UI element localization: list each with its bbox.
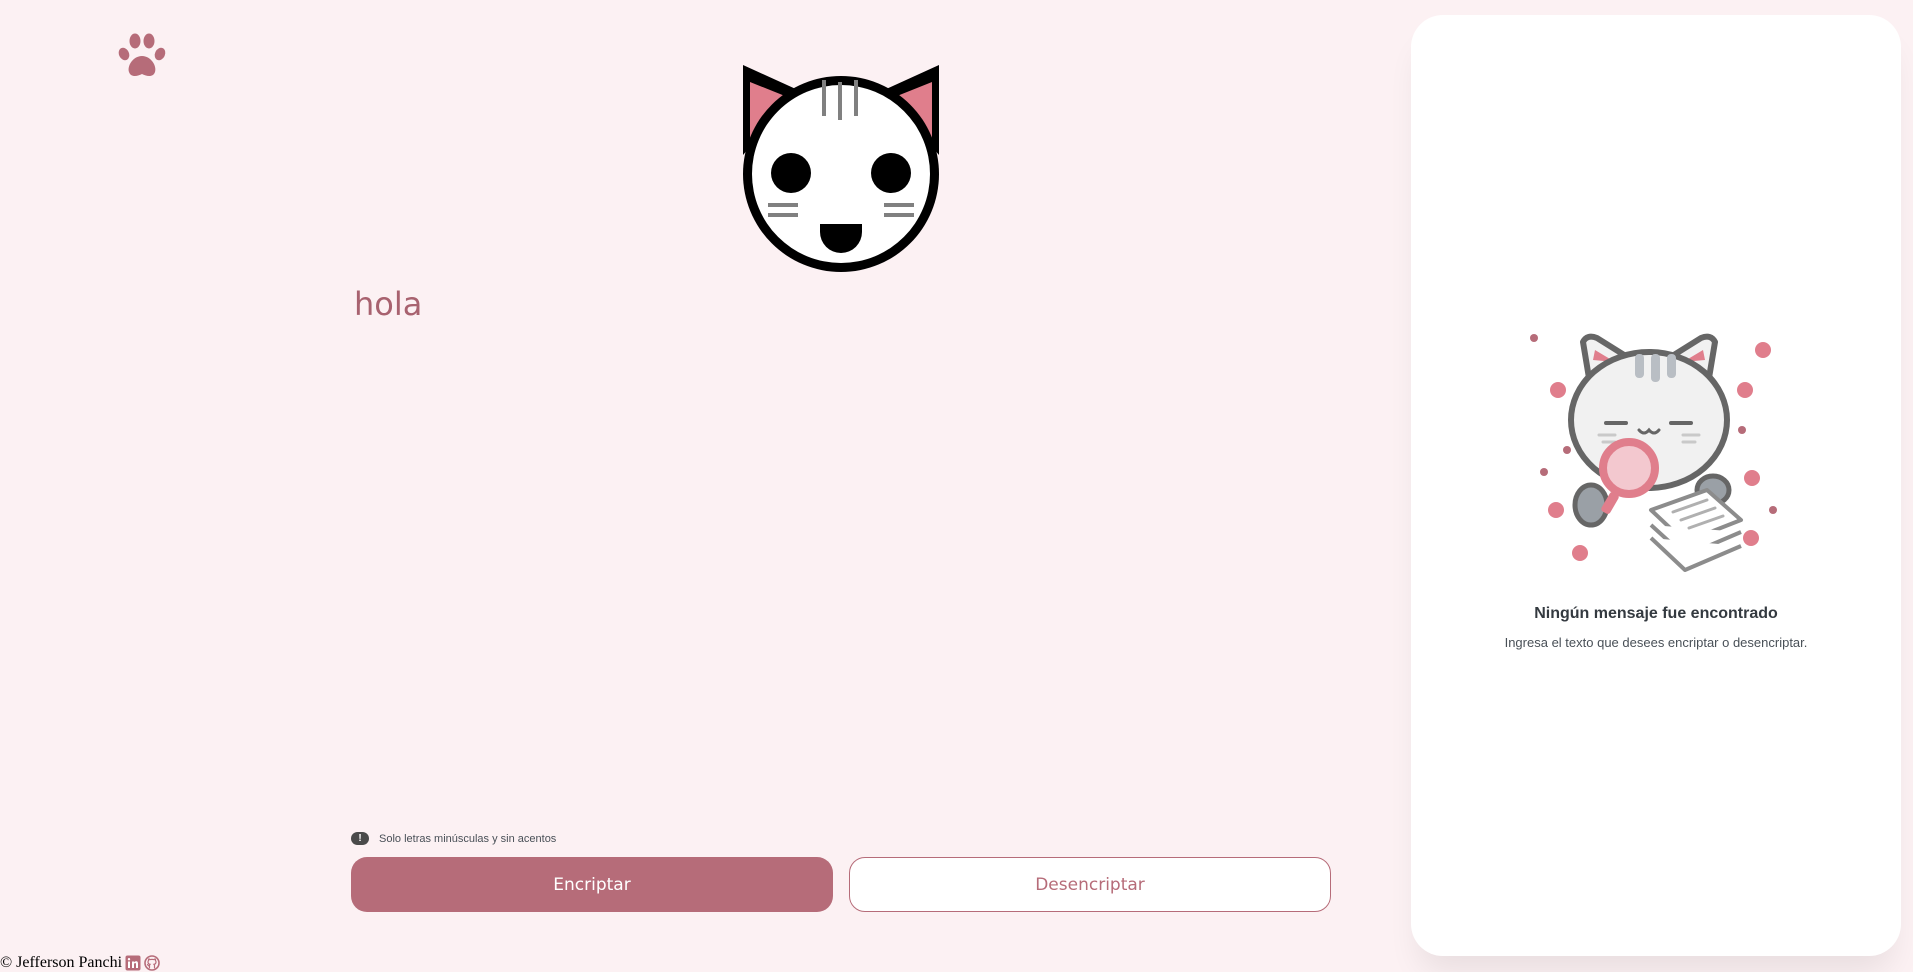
info-icon: ! <box>351 832 369 845</box>
input-hint: ! Solo letras minúsculas y sin acentos <box>351 832 556 845</box>
encrypt-button-label: Encriptar <box>553 874 631 895</box>
encrypt-button[interactable]: Encriptar <box>351 857 833 912</box>
paw-icon[interactable] <box>116 30 168 82</box>
hint-text: Solo letras minúsculas y sin acentos <box>379 832 557 845</box>
decrypt-button-label: Desencriptar <box>1035 874 1145 895</box>
output-panel: Ningún mensaje fue encontrado Ingresa el… <box>1411 15 1901 956</box>
empty-state-text: Ingresa el texto que desees encriptar o … <box>1504 635 1808 650</box>
cat-magnifier-icon <box>1511 320 1801 600</box>
decrypt-button[interactable]: Desencriptar <box>849 857 1331 912</box>
footer: © Jefferson Panchi <box>0 953 160 972</box>
empty-state-title: Ningún mensaje fue encontrado <box>1534 605 1778 622</box>
linkedin-icon[interactable] <box>125 955 141 971</box>
cat-face-icon <box>738 60 944 276</box>
page: ! Solo letras minúsculas y sin acentos E… <box>0 0 1913 972</box>
github-icon[interactable] <box>144 955 160 971</box>
message-input[interactable] <box>352 280 1332 810</box>
footer-copyright: © Jefferson Panchi <box>0 954 123 971</box>
